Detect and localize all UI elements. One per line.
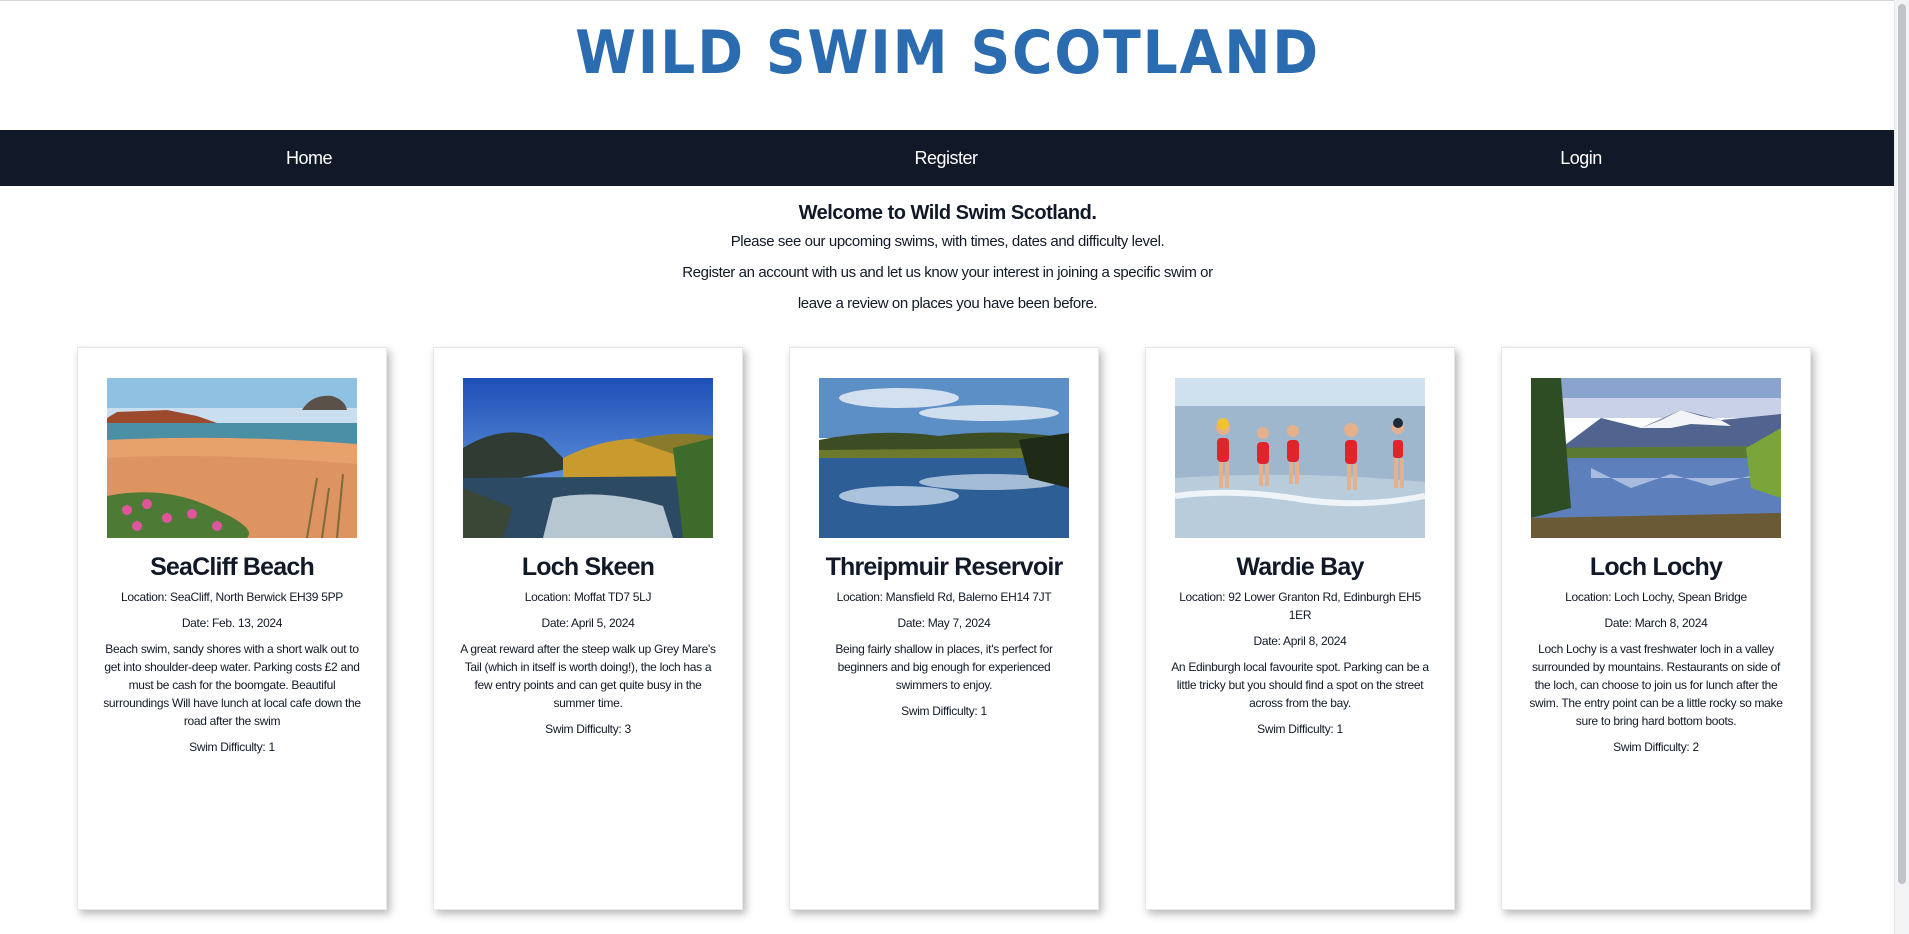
swim-name[interactable]: Loch Lochy <box>1502 551 1810 583</box>
swim-details: Location: Loch Lochy, Spean Bridge Date:… <box>1526 588 1786 764</box>
swim-card[interactable]: Loch Skeen Location: Moffat TD7 5LJ Date… <box>433 347 743 910</box>
swim-difficulty: Swim Difficulty: 2 <box>1613 740 1699 754</box>
swim-card[interactable]: Threipmuir Reservoir Location: Mansfield… <box>789 347 1099 910</box>
main-nav: Home Register Login <box>0 130 1895 186</box>
swim-card[interactable]: Wardie Bay Location: 92 Lower Granton Rd… <box>1145 347 1455 910</box>
swim-difficulty: Swim Difficulty: 1 <box>1257 722 1343 736</box>
site-logo[interactable]: WILD SWIM SCOTLAND <box>76 18 1819 88</box>
swim-location: Location: Moffat TD7 5LJ <box>524 590 652 604</box>
swim-date: Date: April 8, 2024 <box>1253 634 1347 648</box>
welcome-line-1: Please see our upcoming swims, with time… <box>730 233 1165 250</box>
welcome-title: Welcome to Wild Swim Scotland. <box>798 202 1097 224</box>
swim-card[interactable]: SeaCliff Beach Location: SeaCliff, North… <box>77 347 387 910</box>
swim-date: Date: Feb. 13, 2024 <box>181 616 283 630</box>
swim-description: An Edinburgh local favourite spot. Parki… <box>1171 660 1429 710</box>
welcome-line-3: leave a review on places you have been b… <box>797 295 1098 312</box>
swim-date: Date: May 7, 2024 <box>897 616 991 630</box>
swim-date: Date: April 5, 2024 <box>541 616 635 630</box>
swim-name[interactable]: Wardie Bay <box>1146 551 1454 583</box>
swim-name[interactable]: SeaCliff Beach <box>78 551 386 583</box>
swim-description: Being fairly shallow in places, it's per… <box>835 642 1053 692</box>
swim-difficulty: Swim Difficulty: 1 <box>189 740 275 754</box>
scrollbar-thumb[interactable] <box>1898 4 1906 884</box>
welcome-section: Welcome to Wild Swim Scotland. Please se… <box>0 200 1895 319</box>
swim-location: Location: SeaCliff, North Berwick EH39 5… <box>121 590 343 604</box>
swim-details: Location: SeaCliff, North Berwick EH39 5… <box>102 588 362 764</box>
mountain-loch-photo <box>1531 378 1781 538</box>
loch-hills-photo <box>463 378 713 538</box>
swim-name[interactable]: Threipmuir Reservoir <box>790 551 1098 583</box>
swimmers-photo <box>1175 378 1425 538</box>
welcome-line-2: Register an account with us and let us k… <box>682 264 1213 281</box>
nav-login-link[interactable]: Login <box>1560 130 1602 186</box>
swim-details: Location: Moffat TD7 5LJ Date: April 5, … <box>458 588 718 746</box>
swim-details: Location: 92 Lower Granton Rd, Edinburgh… <box>1170 588 1430 746</box>
swim-date: Date: March 8, 2024 <box>1604 616 1708 630</box>
swim-difficulty: Swim Difficulty: 1 <box>901 704 987 718</box>
swim-description: A great reward after the steep walk up G… <box>460 642 716 710</box>
nav-register-link[interactable]: Register <box>914 130 978 186</box>
swim-description: Beach swim, sandy shores with a short wa… <box>103 642 361 728</box>
swim-description: Loch Lochy is a vast freshwater loch in … <box>1529 642 1783 728</box>
swim-card[interactable]: Loch Lochy Location: Loch Lochy, Spean B… <box>1501 347 1811 910</box>
reservoir-photo <box>819 378 1069 538</box>
swim-name[interactable]: Loch Skeen <box>434 551 742 583</box>
swim-details: Location: Mansfield Rd, Balerno EH14 7JT… <box>814 588 1074 728</box>
swim-location: Location: 92 Lower Granton Rd, Edinburgh… <box>1179 590 1421 622</box>
swim-location: Location: Mansfield Rd, Balerno EH14 7JT <box>836 590 1052 604</box>
nav-home-link[interactable]: Home <box>286 130 333 186</box>
vertical-scrollbar[interactable] <box>1894 0 1909 934</box>
site-header: WILD SWIM SCOTLAND <box>0 0 1895 130</box>
swim-location: Location: Loch Lochy, Spean Bridge <box>1565 590 1747 604</box>
swim-difficulty: Swim Difficulty: 3 <box>545 722 631 736</box>
beach-photo <box>107 378 357 538</box>
